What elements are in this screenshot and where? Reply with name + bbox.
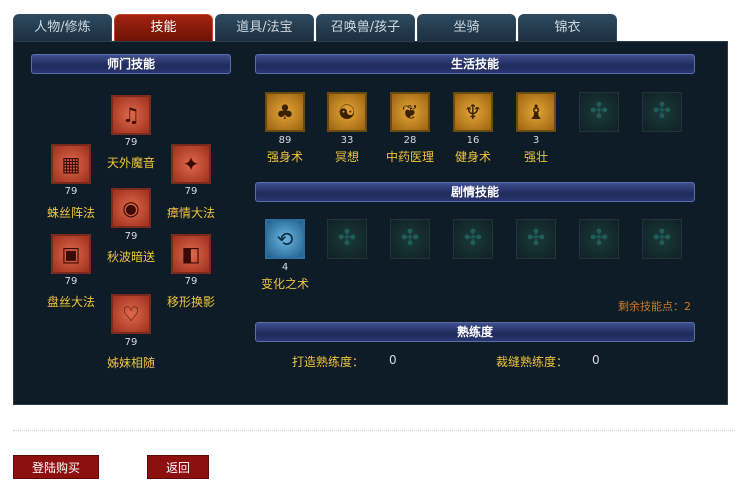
skill-dance-icon[interactable]: ✦: [171, 144, 211, 184]
skill-name: 瘴情大法: [167, 206, 216, 220]
tab-mounts[interactable]: 坐骑: [417, 14, 516, 41]
empty-slot-icon: ✣: [579, 92, 619, 132]
herb-icon[interactable]: ❦: [390, 92, 430, 132]
empty-slot-icon: ✣: [516, 219, 556, 259]
story-skills-header: 剧情技能: [255, 182, 695, 202]
fitness-icon[interactable]: ♆: [453, 92, 493, 132]
skill-name: 天外魔音: [107, 156, 156, 170]
empty-slot-icon: ✣: [390, 219, 430, 259]
skill-name: 蛛丝阵法: [47, 206, 96, 220]
life-skill-level: 33: [340, 135, 354, 146]
transform-icon[interactable]: ⟲: [265, 219, 305, 259]
skill-shadow-icon[interactable]: ◧: [171, 234, 211, 274]
life-skill-name: 中药医理: [385, 150, 434, 164]
life-skill-level: 89: [278, 135, 292, 146]
skill-web-icon[interactable]: ▦: [51, 144, 91, 184]
skill-level: 79: [64, 276, 78, 287]
meditate-icon[interactable]: ☯: [327, 92, 367, 132]
life-skill-name: 强壮: [523, 150, 548, 164]
skill-name: 姊妹相随: [107, 356, 156, 370]
back-button[interactable]: 返回: [147, 455, 209, 479]
muscle-icon[interactable]: ♝: [516, 92, 556, 132]
skill-level: 79: [184, 276, 198, 287]
skill-coil-icon[interactable]: ▣: [51, 234, 91, 274]
divider: [13, 430, 735, 431]
story-skill-name: 变化之术: [260, 277, 309, 291]
life-skill-level: 28: [403, 135, 417, 146]
tab-character[interactable]: 人物/修炼: [13, 14, 112, 41]
life-skill-name: 冥想: [334, 150, 359, 164]
tailor-proficiency-label: 裁缝熟练度：: [496, 355, 569, 369]
tab-items[interactable]: 道具/法宝: [215, 14, 314, 41]
skill-level: 79: [124, 137, 138, 148]
strength-icon[interactable]: ♣: [265, 92, 305, 132]
skills-panel: 师门技能 生活技能 ♫ 79 天外魔音 ▦ 79 蛛丝阵法 ✦ 79 瘴情大法 …: [13, 41, 728, 405]
empty-slot-icon: ✣: [642, 92, 682, 132]
empty-slot-icon: ✣: [327, 219, 367, 259]
empty-slot-icon: ✣: [579, 219, 619, 259]
skill-name: 盘丝大法: [47, 295, 96, 309]
forge-proficiency-value: 0: [389, 353, 397, 367]
life-skills-header: 生活技能: [255, 54, 695, 74]
story-skill-level: 4: [281, 262, 289, 273]
skill-level: 79: [64, 186, 78, 197]
life-skill-name: 健身术: [454, 150, 491, 164]
forge-proficiency-label: 打造熟练度：: [292, 355, 365, 369]
skill-level: 79: [124, 337, 138, 348]
skill-level: 79: [184, 186, 198, 197]
life-skill-level: 3: [532, 135, 540, 146]
remaining-skill-points: 剩余技能点：2: [618, 300, 691, 313]
login-buy-button[interactable]: 登陆购买: [13, 455, 99, 479]
skill-heart-icon[interactable]: ♡: [111, 294, 151, 334]
life-skill-name: 强身术: [266, 150, 303, 164]
tab-skills[interactable]: 技能: [114, 14, 213, 41]
school-skills-header: 师门技能: [31, 54, 231, 74]
skill-name: 移形换影: [167, 295, 216, 309]
tab-summons[interactable]: 召唤兽/孩子: [316, 14, 415, 41]
life-skill-level: 16: [466, 135, 480, 146]
skill-level: 79: [124, 231, 138, 242]
skill-eye-icon[interactable]: ◉: [111, 188, 151, 228]
empty-slot-icon: ✣: [453, 219, 493, 259]
skill-bell-icon[interactable]: ♫: [111, 95, 151, 135]
tailor-proficiency-value: 0: [592, 353, 600, 367]
tab-outfits[interactable]: 锦衣: [518, 14, 617, 41]
skill-name: 秋波暗送: [107, 250, 156, 264]
proficiency-header: 熟练度: [255, 322, 695, 342]
empty-slot-icon: ✣: [642, 219, 682, 259]
